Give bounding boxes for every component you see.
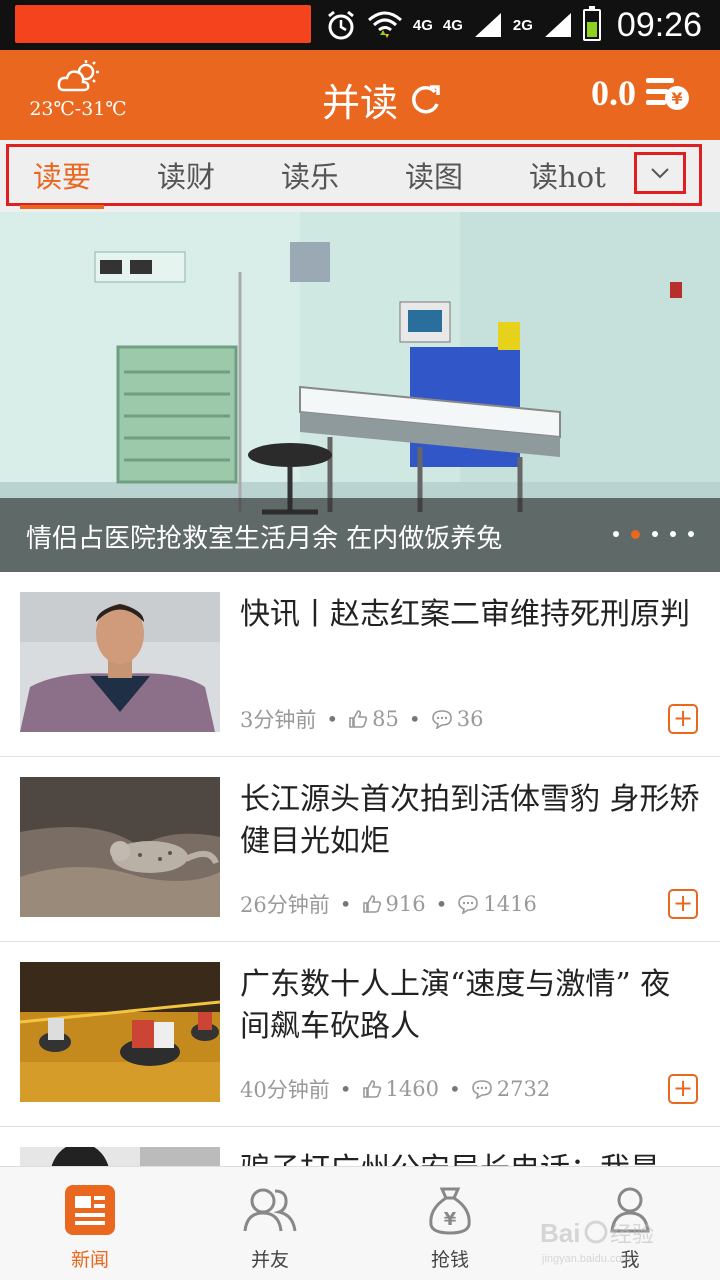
like-count[interactable]: 916 (362, 892, 426, 916)
thumbs-up-icon (362, 1080, 381, 1098)
svg-text:经验: 经验 (610, 1223, 654, 1248)
baidu-watermark: Bai 经验 jingyan.baidu.com (540, 1218, 654, 1265)
comment-count-value: 2732 (496, 1077, 551, 1101)
svg-text:¥: ¥ (671, 89, 682, 108)
news-item[interactable]: 广东数十人上演“速度与激情” 夜间飙车砍路人 40分钟前 • 1460 • 27… (0, 942, 720, 1127)
weather-widget[interactable]: 23℃-31℃ (28, 60, 128, 120)
nav-friends-label: 并友 (250, 1249, 289, 1271)
news-item[interactable]: 快讯丨赵志红案二审维持死刑原判 3分钟前 • 85 • 36 + (0, 572, 720, 757)
active-tab-indicator (20, 205, 104, 209)
svg-text:¥: ¥ (444, 1209, 457, 1230)
meta-separator: • (326, 707, 339, 731)
network-type-label: 4G (412, 16, 433, 34)
clock: 09:26 (616, 5, 702, 44)
like-count-value: 85 (372, 707, 399, 731)
meta-separator: • (339, 892, 352, 916)
tab-ducai[interactable]: 读财 (157, 154, 215, 196)
comment-icon (431, 710, 452, 729)
wifi-icon (367, 11, 402, 38)
chevron-down-icon (651, 168, 669, 179)
tab-dule[interactable]: 读乐 (281, 154, 339, 196)
carousel-dot[interactable] (670, 531, 676, 537)
balance-value: 0.0 (591, 73, 636, 113)
news-thumbnail (20, 962, 220, 1102)
add-button[interactable]: + (668, 704, 698, 734)
meta-separator: • (339, 1077, 352, 1101)
svg-text:jingyan.baidu.com: jingyan.baidu.com (541, 1253, 631, 1265)
meta-separator: • (408, 707, 421, 731)
app-title[interactable]: 并读 (322, 72, 442, 127)
news-title: 长江源头首次拍到活体雪豹 身形矫健目光如炬 (240, 782, 700, 859)
money-bag-icon: ¥ (429, 1187, 471, 1235)
nav-news[interactable]: 新闻 (0, 1167, 180, 1280)
carousel-dot[interactable] (613, 531, 619, 537)
like-count-value: 916 (385, 892, 426, 916)
banner-caption: 情侣占医院抢救室生活月余 在内做饭养兔 (0, 498, 720, 572)
comment-icon (471, 1080, 492, 1099)
tab-dutu[interactable]: 读图 (405, 154, 463, 196)
app-header: 23℃-31℃ 并读 0.0 ¥ (0, 50, 720, 140)
friends-icon (243, 1188, 297, 1232)
nav-money-label: 抢钱 (430, 1249, 469, 1271)
battery-icon (582, 6, 601, 41)
svg-text:Bai: Bai (540, 1218, 580, 1248)
news-meta: 26分钟前 • 916 • 1416 (240, 889, 537, 919)
news-time: 26分钟前 (240, 893, 330, 917)
carousel-dot-active[interactable] (631, 530, 640, 539)
weather-icon (57, 60, 99, 92)
like-count-value: 1460 (385, 1077, 439, 1101)
wallet-icon: ¥ (646, 78, 689, 110)
comment-icon (458, 895, 479, 914)
carousel-dots (613, 530, 694, 539)
network-type-label: 4G (442, 16, 463, 34)
add-button[interactable]: + (668, 889, 698, 919)
news-title: 快讯丨赵志红案二审维持死刑原判 (240, 597, 690, 632)
comment-count-value: 1416 (483, 892, 537, 916)
balance[interactable]: 0.0 ¥ (591, 72, 690, 114)
status-icons: 4G 4G 2G 09:26 (325, 0, 702, 50)
news-meta: 40分钟前 • 1460 • 2732 (240, 1074, 550, 1104)
signal-icon (474, 13, 501, 37)
signal-icon (544, 13, 571, 37)
news-thumbnail (20, 777, 220, 917)
nav-news-label: 新闻 (70, 1249, 109, 1271)
comment-count-value: 36 (456, 707, 484, 731)
status-bar: 4G 4G 2G 09:26 (0, 0, 720, 50)
tab-duyao[interactable]: 读要 (33, 154, 91, 196)
alarm-icon (327, 10, 354, 40)
thumbs-up-icon (349, 710, 368, 728)
refresh-icon[interactable] (408, 83, 442, 117)
comment-count[interactable]: 2732 (471, 1077, 550, 1101)
news-time: 3分钟前 (240, 708, 317, 732)
carousel-dot[interactable] (652, 531, 658, 537)
like-count[interactable]: 85 (348, 707, 399, 731)
tab-duhot[interactable]: 读hot (529, 154, 606, 196)
like-count[interactable]: 1460 (362, 1077, 439, 1101)
thumbs-up-icon (362, 895, 381, 913)
featured-banner[interactable]: 情侣占医院抢救室生活月余 在内做饭养兔 (0, 212, 720, 572)
news-meta: 3分钟前 • 85 • 36 (240, 704, 483, 734)
carousel-dot[interactable] (688, 531, 694, 537)
nav-friends[interactable]: 并友 (180, 1167, 360, 1280)
meta-separator: • (435, 892, 448, 916)
comment-count[interactable]: 1416 (457, 892, 537, 916)
news-time: 40分钟前 (240, 1078, 330, 1102)
news-thumbnail (20, 592, 220, 732)
comment-count[interactable]: 36 (431, 707, 484, 731)
add-button[interactable]: + (668, 1074, 698, 1104)
news-item[interactable]: 长江源头首次拍到活体雪豹 身形矫健目光如炬 26分钟前 • 916 • 1416… (0, 757, 720, 942)
redacted-notification-area (15, 5, 311, 43)
more-tabs-button[interactable] (634, 152, 686, 194)
weather-temperature: 23℃-31℃ (29, 98, 127, 120)
nav-money[interactable]: ¥ 抢钱 (360, 1167, 540, 1280)
news-icon (65, 1185, 115, 1235)
banner-title: 情侣占医院抢救室生活月余 在内做饭养兔 (26, 524, 503, 554)
app-title-text: 并读 (322, 81, 399, 125)
meta-separator: • (448, 1077, 461, 1101)
news-title: 广东数十人上演“速度与激情” 夜间飙车砍路人 (240, 967, 671, 1044)
category-tabs: 读要 读财 读乐 读图 读hot (0, 140, 720, 212)
network-type-label: 2G (512, 16, 533, 34)
